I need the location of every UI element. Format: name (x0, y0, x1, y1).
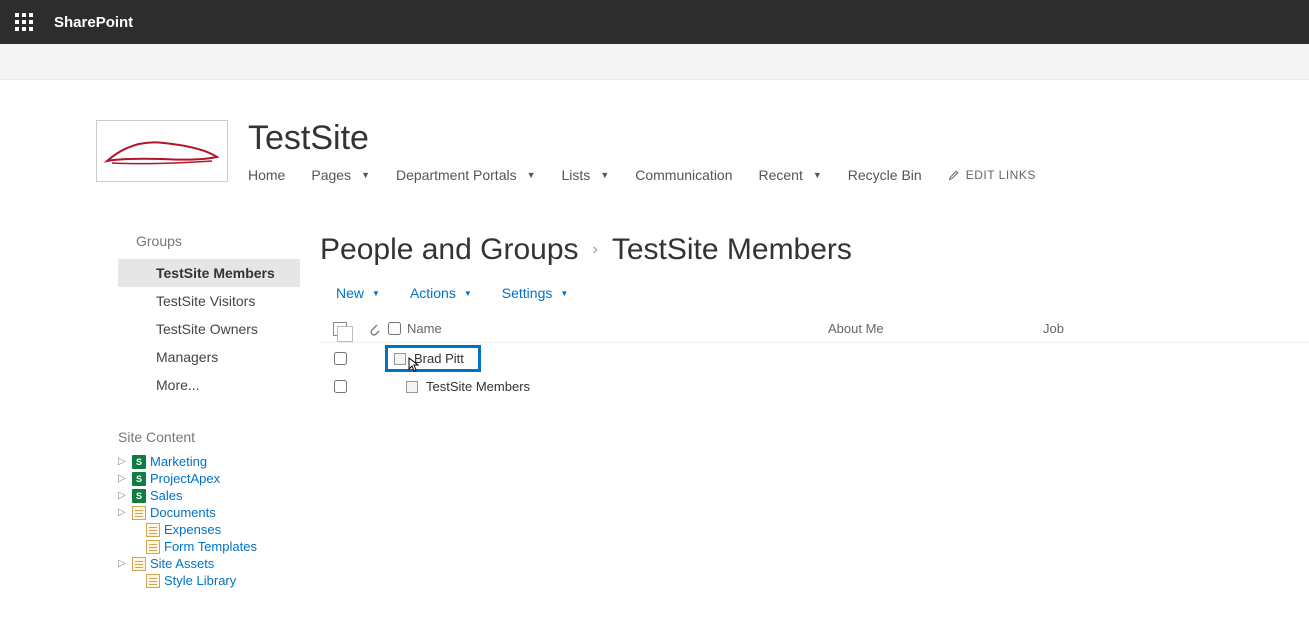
site-content-heading: Site Content (118, 429, 300, 445)
breadcrumb-current: TestSite Members (612, 233, 852, 267)
pencil-icon (948, 169, 960, 181)
ribbon-strip (0, 44, 1309, 80)
nav-communication[interactable]: Communication (635, 167, 732, 183)
select-all-icon[interactable] (333, 322, 347, 336)
attachment-icon (368, 322, 380, 336)
column-header-about[interactable]: About Me (828, 321, 1028, 336)
document-library-icon (132, 506, 146, 520)
top-nav: Home Pages▼ Department Portals▼ Lists▼ C… (248, 167, 1036, 183)
breadcrumb-root[interactable]: People and Groups (320, 233, 579, 267)
group-item-visitors[interactable]: TestSite Visitors (118, 287, 300, 315)
expand-icon[interactable]: ▷ (118, 490, 128, 501)
sharepoint-site-icon: S (132, 455, 146, 469)
expand-icon[interactable]: ▷ (118, 473, 128, 484)
document-library-icon (132, 557, 146, 571)
group-item-more[interactable]: More... (118, 371, 300, 399)
nav-pages[interactable]: Pages▼ (311, 167, 370, 183)
nav-recent[interactable]: Recent▼ (759, 167, 822, 183)
person-icon (406, 381, 418, 393)
edit-links-button[interactable]: EDIT LINKS (948, 168, 1036, 182)
suite-app-name[interactable]: SharePoint (54, 14, 133, 31)
site-title[interactable]: TestSite (248, 120, 1036, 157)
chevron-down-icon: ▼ (560, 289, 568, 298)
column-header-job[interactable]: Job (1028, 321, 1068, 336)
left-nav: Groups TestSite Members TestSite Visitor… (0, 233, 300, 589)
person-icon (394, 353, 406, 365)
list-header-row: Name About Me Job (320, 317, 1309, 343)
table-row[interactable]: Brad Pitt (320, 343, 1309, 374)
tree-item-style-library[interactable]: Style Library (118, 572, 300, 589)
nav-home[interactable]: Home (248, 167, 285, 183)
settings-button[interactable]: Settings ▼ (502, 285, 569, 301)
expand-icon[interactable]: ▷ (118, 558, 128, 569)
sharepoint-site-icon: S (132, 472, 146, 486)
list-toolbar: New ▼ Actions ▼ Settings ▼ (320, 285, 1309, 301)
nav-lists[interactable]: Lists▼ (562, 167, 610, 183)
expand-icon[interactable]: ▷ (118, 507, 128, 518)
sharepoint-site-icon: S (132, 489, 146, 503)
new-button[interactable]: New ▼ (336, 285, 380, 301)
table-row[interactable]: TestSite Members (320, 374, 1309, 399)
column-name-checkbox[interactable] (388, 322, 401, 335)
app-launcher-icon[interactable] (0, 0, 48, 44)
tree-item-expenses[interactable]: Expenses (118, 521, 300, 538)
tree-item-site-assets[interactable]: ▷ Site Assets (118, 555, 300, 572)
tree-item-sales[interactable]: ▷ S Sales (118, 487, 300, 504)
chevron-down-icon: ▼ (464, 289, 472, 298)
document-library-icon (146, 523, 160, 537)
chevron-down-icon: ▼ (527, 170, 536, 180)
group-link[interactable]: TestSite Members (426, 379, 530, 394)
chevron-down-icon: ▼ (372, 289, 380, 298)
actions-button[interactable]: Actions ▼ (410, 285, 472, 301)
expand-icon[interactable]: ▷ (118, 456, 128, 467)
tree-item-projectapex[interactable]: ▷ S ProjectApex (118, 470, 300, 487)
chevron-right-icon: › (593, 241, 598, 259)
column-header-name[interactable]: Name (407, 321, 442, 336)
person-link[interactable]: Brad Pitt (388, 348, 478, 369)
group-item-members[interactable]: TestSite Members (118, 259, 300, 287)
site-logo[interactable] (96, 120, 228, 182)
chevron-down-icon: ▼ (361, 170, 370, 180)
main-area: Groups TestSite Members TestSite Visitor… (0, 183, 1309, 589)
groups-heading: Groups (118, 233, 300, 249)
suite-bar: SharePoint (0, 0, 1309, 44)
breadcrumb: People and Groups › TestSite Members (320, 233, 1309, 267)
nav-dept-portals[interactable]: Department Portals▼ (396, 167, 536, 183)
group-item-owners[interactable]: TestSite Owners (118, 315, 300, 343)
content-area: People and Groups › TestSite Members New… (300, 233, 1309, 589)
chevron-down-icon: ▼ (600, 170, 609, 180)
document-library-icon (146, 540, 160, 554)
page-header: TestSite Home Pages▼ Department Portals▼… (0, 80, 1309, 183)
tree-item-marketing[interactable]: ▷ S Marketing (118, 453, 300, 470)
nav-recycle-bin[interactable]: Recycle Bin (848, 167, 922, 183)
document-library-icon (146, 574, 160, 588)
row-checkbox[interactable] (334, 352, 347, 365)
tree-item-documents[interactable]: ▷ Documents (118, 504, 300, 521)
row-checkbox[interactable] (334, 380, 347, 393)
chevron-down-icon: ▼ (813, 170, 822, 180)
tree-item-form-templates[interactable]: Form Templates (118, 538, 300, 555)
group-item-managers[interactable]: Managers (118, 343, 300, 371)
